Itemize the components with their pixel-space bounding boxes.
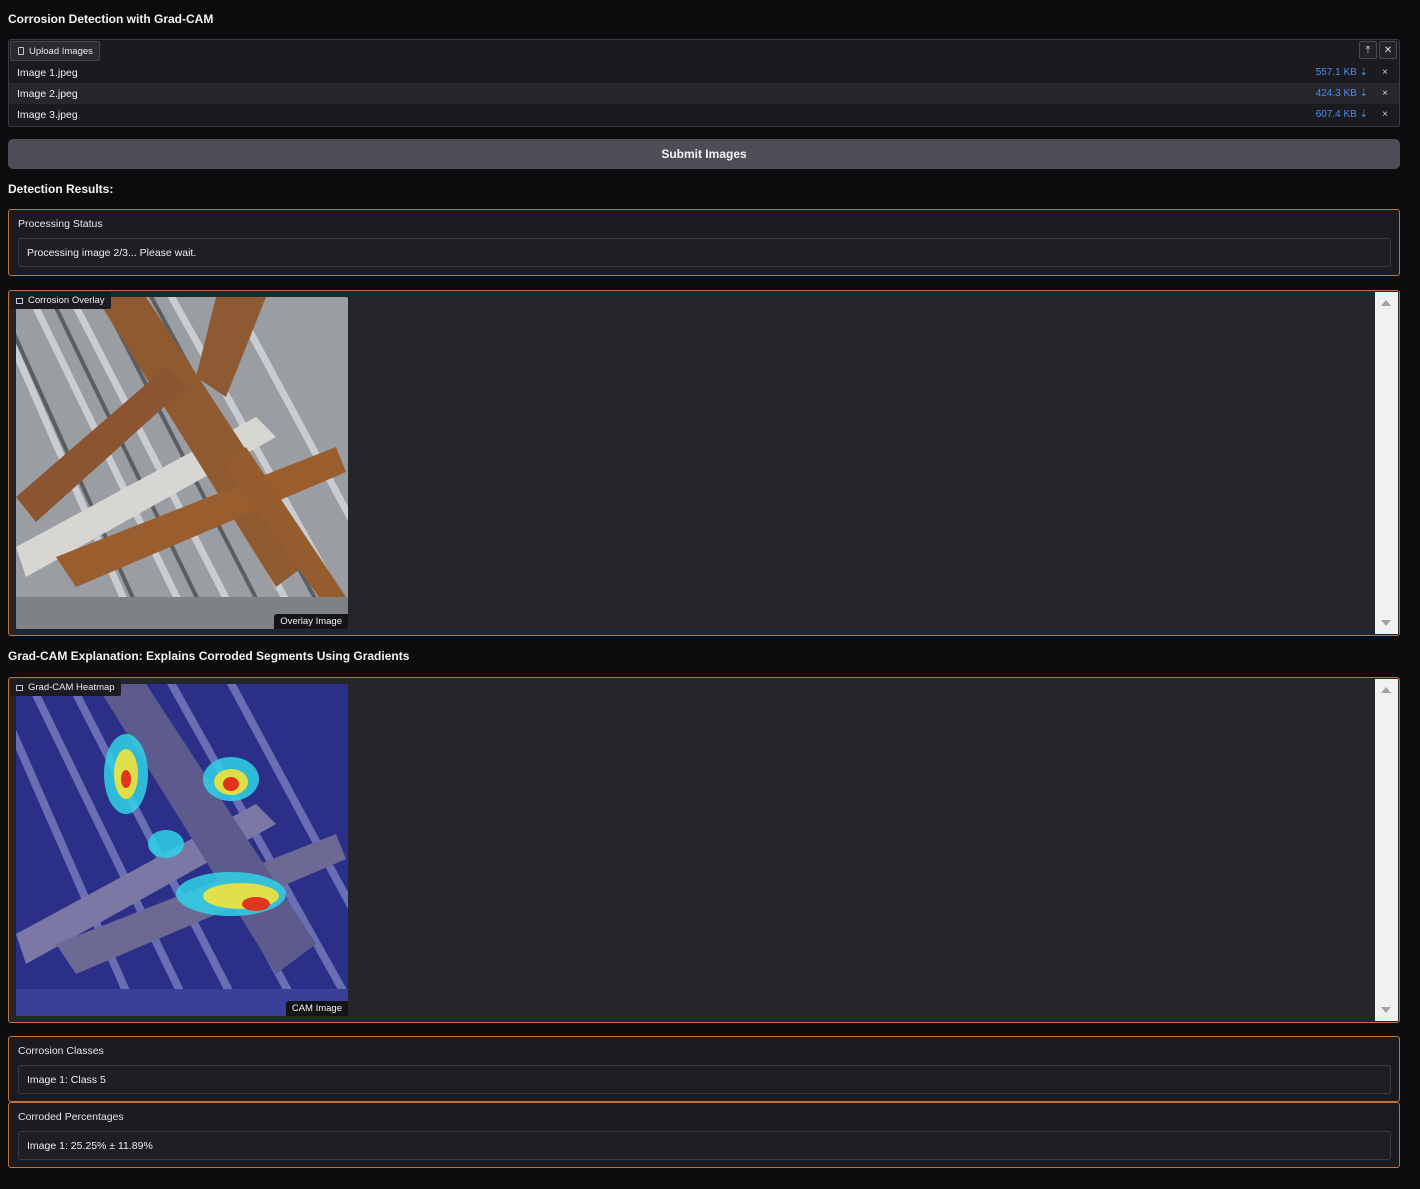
remove-file-icon[interactable]: ×	[1382, 67, 1388, 78]
gradcam-heatmap-label: Grad-CAM Heatmap	[10, 679, 121, 696]
scroll-down-icon[interactable]	[1381, 1007, 1391, 1013]
corrosion-classes-panel: Corrosion Classes Image 1: Class 5	[8, 1036, 1400, 1102]
corroded-percentages-field[interactable]: Image 1: 25.25% ± 11.89%	[18, 1131, 1391, 1160]
scroll-up-icon[interactable]	[1381, 300, 1391, 306]
upload-icon[interactable]: ⤒	[1359, 41, 1377, 59]
overlay-scrollbar[interactable]	[1375, 292, 1398, 634]
processing-status-label: Processing Status	[18, 218, 103, 230]
file-row: Image 1.jpeg 557.1 KB ⇣ ×	[9, 62, 1399, 83]
file-row: Image 2.jpeg 424.3 KB ⇣ ×	[9, 83, 1399, 104]
remove-file-icon[interactable]: ×	[1382, 88, 1388, 99]
corrosion-overlay-label-text: Corrosion Overlay	[28, 295, 105, 306]
corrosion-classes-field[interactable]: Image 1: Class 5	[18, 1065, 1391, 1094]
file-name: Image 2.jpeg	[17, 87, 78, 100]
upload-label-text: Upload Images	[29, 45, 93, 57]
upload-dropzone[interactable]: Upload Images ⤒ ✕ Image 1.jpeg 557.1 KB …	[8, 39, 1400, 127]
corroded-percentages-panel: Corroded Percentages Image 1: 25.25% ± 1…	[8, 1102, 1400, 1168]
submit-button[interactable]: Submit Images	[8, 139, 1400, 169]
gradcam-heatmap-label-text: Grad-CAM Heatmap	[28, 682, 115, 693]
overlay-image-graphic	[16, 297, 348, 629]
image-icon	[16, 297, 23, 304]
processing-status-field[interactable]: Processing image 2/3... Please wait.	[18, 238, 1391, 267]
cam-caption: CAM Image	[285, 1001, 348, 1016]
corrosion-overlay-label: Corrosion Overlay	[10, 292, 111, 309]
processing-status-panel: Processing Status Processing image 2/3..…	[8, 209, 1400, 276]
scroll-up-icon[interactable]	[1381, 687, 1391, 693]
corrosion-classes-label: Corrosion Classes	[18, 1045, 104, 1057]
clear-icon[interactable]: ✕	[1379, 41, 1397, 59]
corroded-percentages-label: Corroded Percentages	[18, 1111, 124, 1123]
file-row: Image 3.jpeg 607.4 KB ⇣ ×	[9, 104, 1399, 125]
gradcam-heatmap-gallery: Grad-CAM Heatmap CAM Image	[8, 677, 1400, 1023]
corrosion-overlay-gallery: Corrosion Overlay Overlay Image	[8, 290, 1400, 636]
upload-label: Upload Images	[10, 41, 100, 61]
heatmap-scrollbar[interactable]	[1375, 679, 1398, 1021]
remove-file-icon[interactable]: ×	[1382, 109, 1388, 120]
overlay-caption: Overlay Image	[274, 614, 348, 629]
gradcam-heading: Grad-CAM Explanation: Explains Corroded …	[8, 649, 410, 663]
scroll-down-icon[interactable]	[1381, 620, 1391, 626]
file-download-link[interactable]: 424.3 KB ⇣	[1316, 88, 1368, 99]
file-name: Image 3.jpeg	[17, 108, 78, 121]
cam-image-graphic	[16, 684, 348, 1016]
file-download-link[interactable]: 607.4 KB ⇣	[1316, 109, 1368, 120]
file-download-link[interactable]: 557.1 KB ⇣	[1316, 67, 1368, 78]
results-heading: Detection Results:	[8, 182, 114, 196]
image-icon	[16, 684, 23, 691]
overlay-image[interactable]: Overlay Image	[16, 297, 348, 629]
app-title: Corrosion Detection with Grad-CAM	[8, 12, 214, 26]
file-icon	[18, 47, 24, 55]
cam-image[interactable]: CAM Image	[16, 684, 348, 1016]
file-name: Image 1.jpeg	[17, 66, 78, 79]
